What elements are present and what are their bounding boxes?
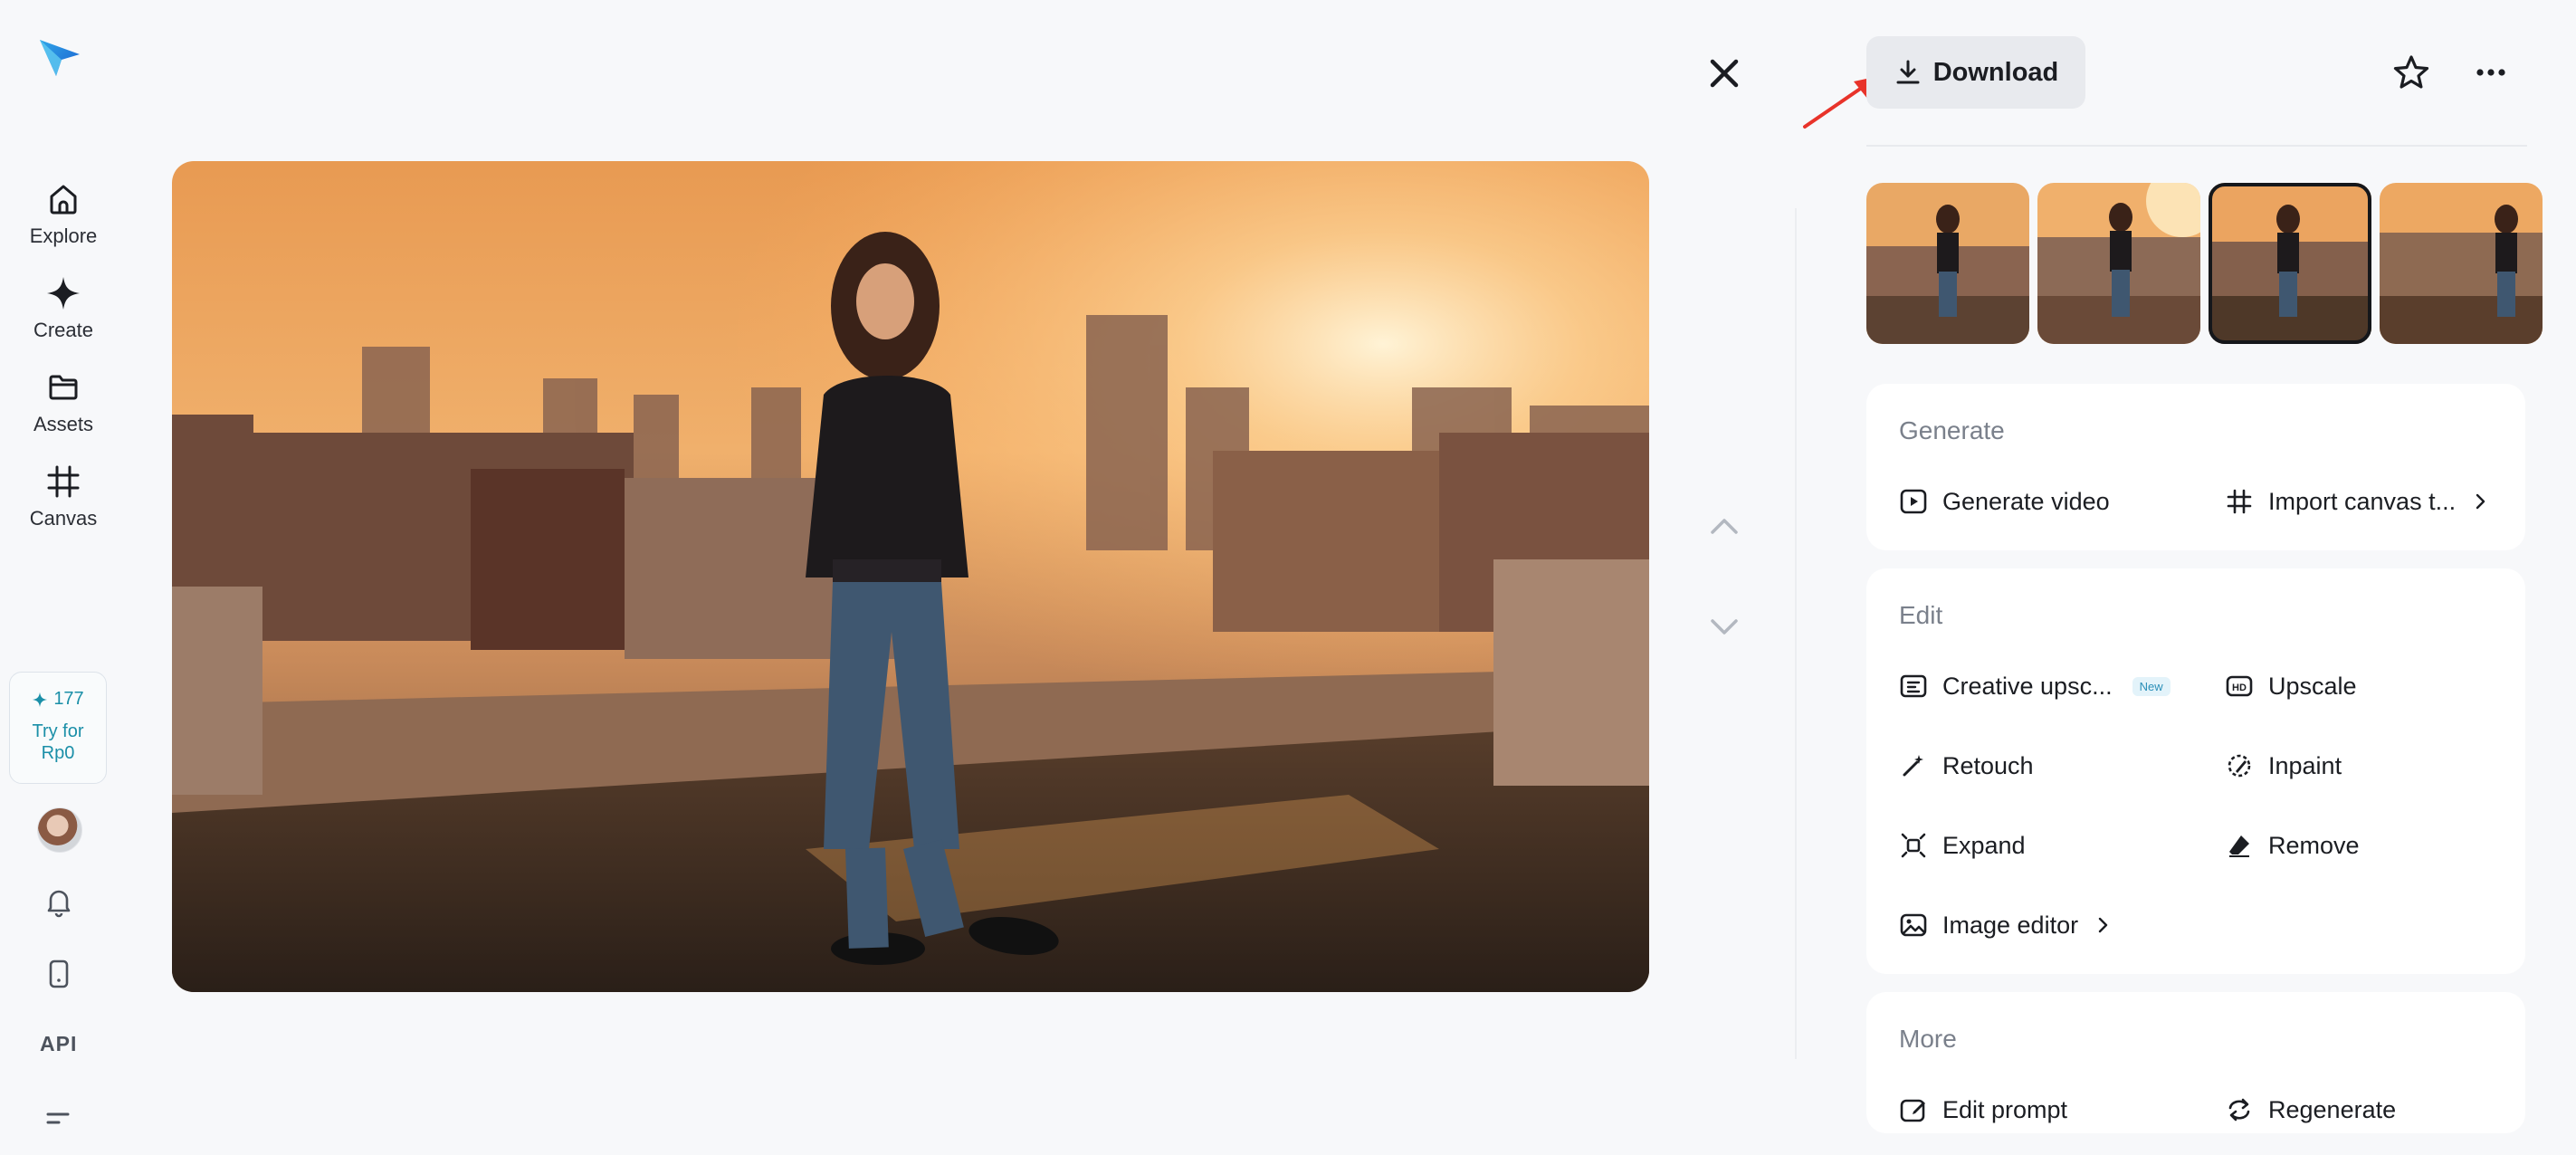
nav-assets[interactable]: Assets: [0, 368, 127, 436]
menu-lines-icon: [46, 1112, 70, 1124]
regenerate-icon: [2228, 1098, 2250, 1122]
favorite-button[interactable]: [2390, 51, 2433, 94]
nav-canvas[interactable]: Canvas: [0, 462, 127, 530]
thumbnail-3-selected[interactable]: [2209, 183, 2371, 344]
image-editor-icon: [1900, 913, 1927, 937]
thumbnail-4[interactable]: [2380, 183, 2543, 344]
inpaint-button[interactable]: Inpaint: [2225, 751, 2342, 780]
chevron-right-icon: [2476, 493, 2485, 510]
folder-icon: [49, 375, 78, 400]
chevron-up-icon: [1711, 519, 1738, 534]
credit-count: 177: [32, 689, 84, 710]
edit-section: Edit Creative upsc... New HD Upscale Ret…: [1866, 568, 2525, 974]
download-label: Download: [1932, 57, 2059, 87]
svg-text:HD: HD: [2232, 682, 2247, 693]
canvas-grid-icon: [2227, 489, 2252, 514]
inpaint-icon: [2228, 754, 2251, 778]
import-canvas-button[interactable]: Import canvas t...: [2225, 487, 2490, 516]
sparkle-icon: [47, 277, 80, 310]
regenerate-button[interactable]: Regenerate: [2225, 1095, 2396, 1124]
api-link[interactable]: API: [40, 1032, 77, 1056]
nav-label: Explore: [29, 224, 98, 247]
hd-icon: HD: [2226, 675, 2253, 697]
section-title: Generate: [1899, 416, 2005, 444]
try-upgrade-link[interactable]: Try for Rp0: [22, 721, 94, 764]
more-horizontal-icon: [2476, 69, 2505, 76]
upscale-button[interactable]: HD Upscale: [2225, 672, 2357, 701]
image-editor-button[interactable]: Image editor: [1899, 911, 2113, 940]
close-button[interactable]: [1702, 51, 1747, 96]
credits-box[interactable]: 177 Try for Rp0: [9, 672, 107, 784]
chevron-down-icon: [1711, 619, 1738, 635]
close-icon: [1710, 59, 1739, 88]
more-options-button[interactable]: [2469, 51, 2513, 94]
star-icon: [2393, 55, 2429, 89]
app-logo[interactable]: [34, 33, 85, 83]
menu-button[interactable]: [41, 1101, 77, 1137]
thumbnail-2[interactable]: [2037, 183, 2200, 344]
mobile-phone-icon: [49, 959, 69, 988]
main-image: [172, 161, 1649, 992]
magic-wand-icon: [1903, 755, 1923, 777]
mobile-app-button[interactable]: [41, 956, 77, 992]
canvas-grid-icon: [47, 465, 80, 498]
retouch-button[interactable]: Retouch: [1899, 751, 2034, 780]
edit-prompt-icon: [1900, 1099, 1925, 1122]
thumbnail-1[interactable]: [1866, 183, 2029, 344]
previous-image-button[interactable]: [1705, 507, 1743, 545]
nav-label: Assets: [33, 413, 94, 435]
chevron-right-icon: [2098, 917, 2108, 933]
new-badge: New: [2132, 676, 2171, 696]
bell-icon: [47, 890, 71, 918]
next-image-button[interactable]: [1705, 608, 1743, 646]
expand-icon: [1901, 833, 1926, 858]
creative-upscale-icon: [1900, 674, 1927, 698]
generate-section: Generate Generate video Import canvas t.…: [1866, 384, 2525, 550]
section-title: More: [1899, 1025, 1957, 1053]
download-icon: [1896, 60, 1920, 84]
home-icon: [50, 185, 77, 215]
nav-label: Create: [33, 319, 94, 341]
nav-label: Canvas: [29, 507, 98, 530]
panel-divider: [1795, 208, 1797, 1059]
expand-button[interactable]: Expand: [1899, 831, 2026, 860]
creative-upscale-button[interactable]: Creative upsc... New: [1899, 672, 2171, 701]
nav-create[interactable]: Create: [0, 273, 127, 342]
sparkle-icon: [33, 692, 48, 707]
section-title: Edit: [1899, 601, 1943, 629]
edit-prompt-button[interactable]: Edit prompt: [1899, 1095, 2067, 1124]
nav-explore[interactable]: Explore: [0, 179, 127, 248]
notifications-button[interactable]: [41, 883, 77, 920]
remove-button[interactable]: Remove: [2225, 831, 2360, 860]
download-button[interactable]: Download: [1866, 36, 2085, 109]
generate-video-button[interactable]: Generate video: [1899, 487, 2110, 516]
avatar[interactable]: [37, 807, 82, 853]
panel-separator: [1866, 145, 2527, 147]
eraser-icon: [2229, 835, 2249, 857]
play-icon: [1900, 489, 1927, 514]
more-section: More Edit prompt Regenerate: [1866, 992, 2525, 1133]
